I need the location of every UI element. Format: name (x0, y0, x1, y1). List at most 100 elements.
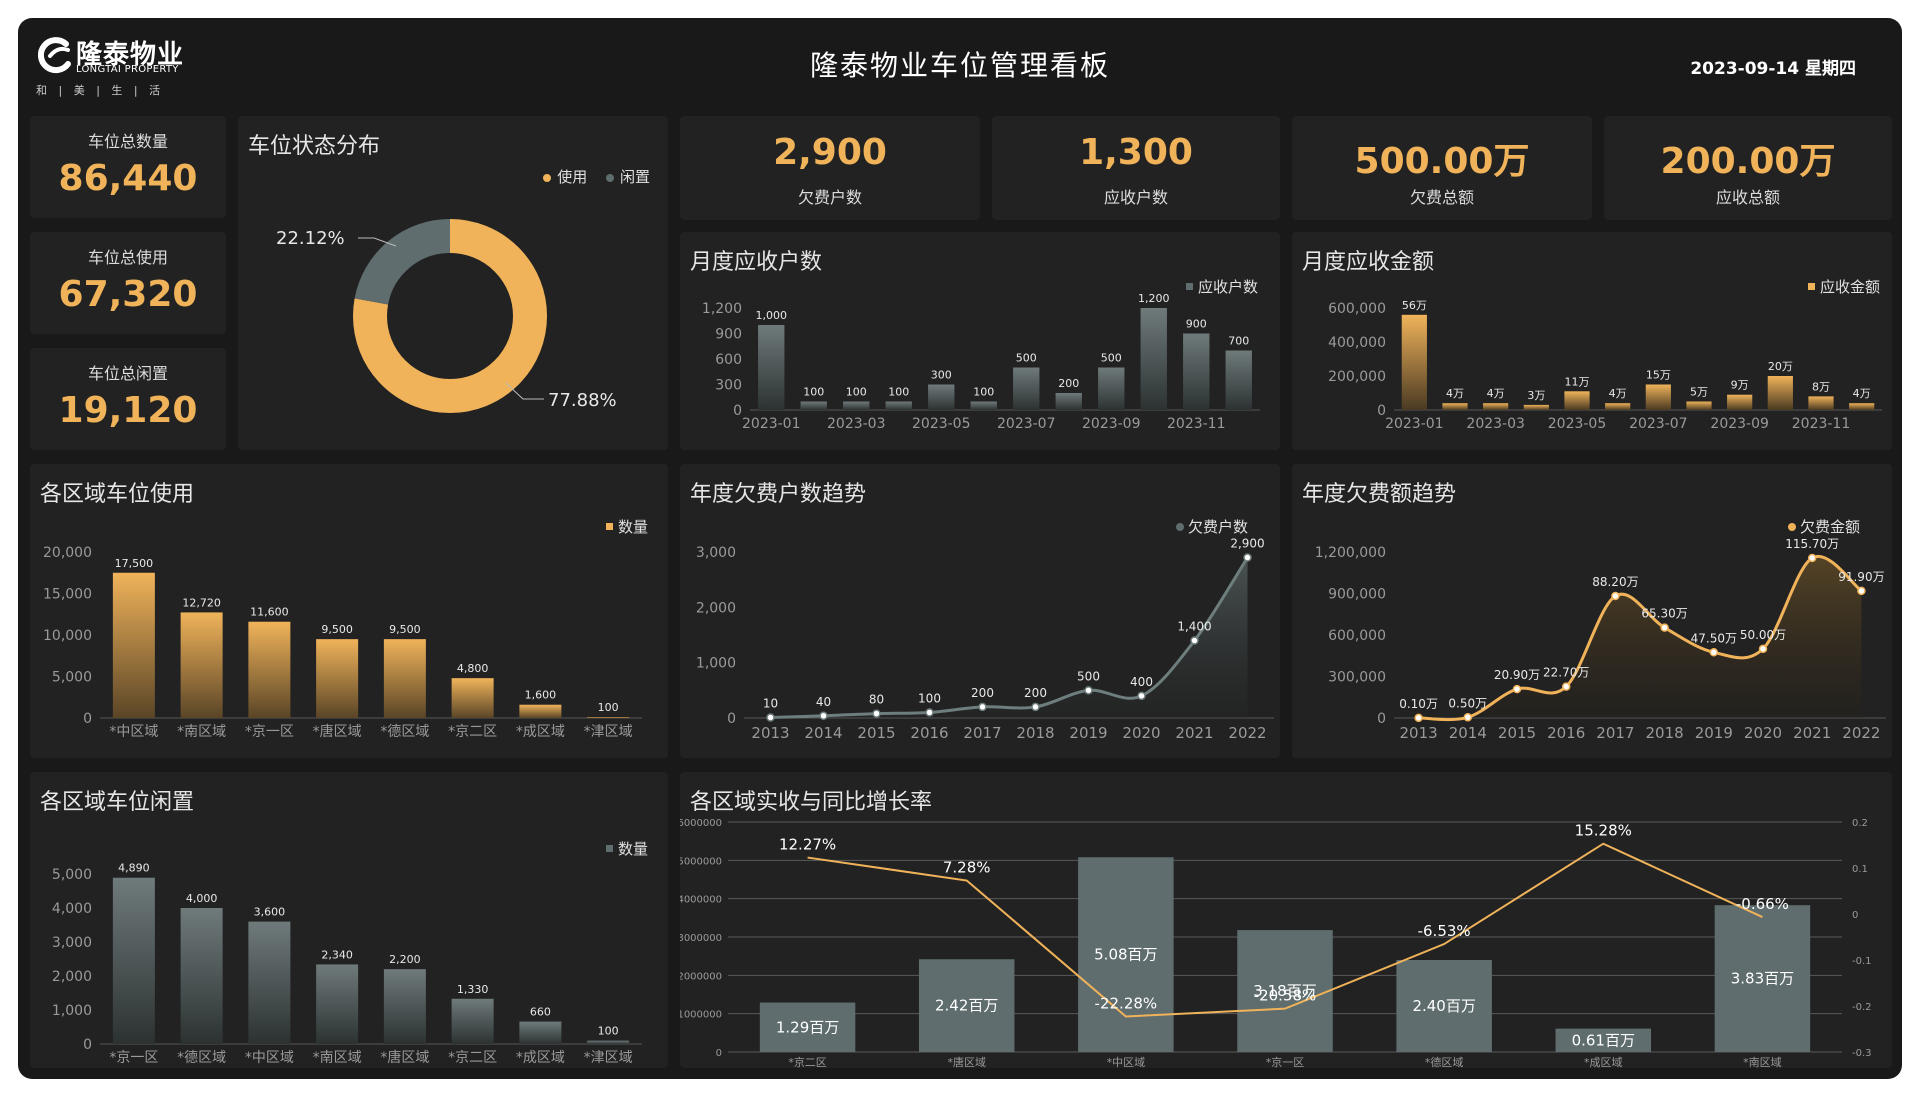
x-tick-label: *唐区域 (380, 1049, 429, 1066)
data-label: 91.90万 (1838, 570, 1884, 584)
bar (1098, 367, 1125, 410)
data-label: 100 (846, 386, 867, 399)
x-tick-label: *唐区域 (947, 1055, 986, 1068)
kpi-label: 应收户数 (1103, 188, 1168, 207)
stat-value: 67,320 (58, 274, 198, 315)
legend-label: 欠费户数 (1188, 518, 1248, 536)
y-tick-label: 600 (715, 352, 742, 368)
y-tick-label: 3000000 (680, 933, 722, 944)
x-tick-label: 2022 (1842, 724, 1880, 742)
bar (451, 678, 494, 718)
region-idle-panel: 各区域车位闲置 0 1,000 2,000 3,000 4,000 5,000 4,890 4… (30, 772, 668, 1068)
bar (383, 969, 426, 1044)
data-label: 4,800 (457, 662, 489, 675)
data-point (1857, 586, 1866, 596)
x-tick-label: 2014 (804, 724, 842, 742)
data-label: 40 (816, 695, 831, 709)
rate-label: -0.66% (1736, 895, 1789, 913)
data-label: 1,600 (525, 689, 557, 702)
x-tick-label: *德区域 (177, 1050, 226, 1066)
bar (383, 639, 426, 718)
data-point (1243, 553, 1252, 562)
bar (970, 401, 997, 410)
x-tick-label: *京二区 (788, 1055, 827, 1068)
data-label: 2.40百万 (1412, 997, 1475, 1015)
y-tick-label: 300 (715, 378, 742, 394)
data-label: 500 (1077, 669, 1100, 683)
bar (112, 572, 155, 718)
rate-label: -22.28% (1095, 994, 1158, 1012)
kpi-value: 1,300 (1079, 132, 1193, 173)
x-tick-label: *成区域 (516, 1050, 565, 1066)
region-usage-chart: 0 5,000 10,000 15,000 20,000 17,500 12,720 11,6… (43, 518, 648, 740)
rate-label: 7.28% (943, 859, 991, 877)
y-tick-label: 2,000 (52, 969, 92, 985)
data-label: 5万 (1690, 386, 1708, 399)
x-tick-label: *中区域 (109, 724, 158, 740)
data-label: 900 (1186, 318, 1207, 331)
x-tick-label: *唐区域 (313, 723, 362, 740)
data-label: 0.61百万 (1572, 1031, 1635, 1049)
y-tick-label: 3,000 (52, 935, 92, 951)
x-tick-label: *京一区 (245, 724, 294, 740)
x-tick-label: 2023-07 (997, 416, 1056, 432)
monthly-households-chart: 0 300 600 900 1,200 1,000 100 100 100 300 100 500 20… (702, 278, 1260, 432)
stat-value: 19,120 (58, 390, 198, 431)
data-label: 15万 (1646, 369, 1671, 382)
data-label: 9,500 (321, 623, 353, 636)
x-tick-label: 2015 (1498, 724, 1536, 742)
monthly-amount-panel: 月度应收金额 0 200,000 400,000 600,000 56万 4万 4万 3万 11… (1292, 232, 1892, 450)
x-tick-label: *津区域 (584, 1050, 633, 1066)
data-point (1084, 686, 1093, 695)
data-point (1137, 691, 1146, 701)
y2-tick-label: 0.1 (1852, 864, 1868, 875)
legend-label: 数量 (618, 840, 648, 858)
data-label: 3.83百万 (1731, 970, 1794, 988)
x-tick-label: *成区域 (516, 724, 565, 740)
data-label: 11,600 (250, 606, 289, 619)
legend-dot-icon (1176, 523, 1184, 531)
data-label: 2,900 (1230, 537, 1264, 551)
legend-label: 应收金额 (1820, 278, 1880, 296)
data-label: 200 (1058, 377, 1079, 390)
kpi-card-receivable-households: 1,300 应收户数 (992, 116, 1280, 220)
kpi-card-arrears-households: 2,900 欠费户数 (680, 116, 980, 220)
kpi-label: 欠费户数 (797, 188, 862, 207)
data-label: 500 (1101, 352, 1122, 365)
data-point (925, 708, 934, 717)
bar (316, 639, 359, 718)
data-point (1709, 648, 1719, 657)
x-tick-label: 2023-01 (1385, 416, 1444, 432)
data-label: 1,200 (1138, 292, 1170, 305)
legend-square-icon (1808, 283, 1815, 290)
monthly-households-panel: 月度应收户数 0 300 600 900 1,200 1,000 100 100 100 300 1… (680, 232, 1280, 450)
x-tick-label: 2021 (1793, 724, 1831, 742)
area-fill (770, 557, 1248, 718)
x-tick-label: *京二区 (448, 1050, 497, 1066)
data-point (819, 711, 828, 721)
stat-label: 车位总使用 (87, 248, 168, 267)
bar (1523, 404, 1549, 410)
bar (1225, 350, 1252, 410)
y-tick-label: 6000000 (680, 818, 722, 829)
data-point (1414, 713, 1423, 723)
data-point (1512, 684, 1522, 694)
y2-tick-label: -0.1 (1852, 956, 1872, 967)
region-collection-panel: 各区域实收与同比增长率 0 1000000 2000000 3000000 400000… (680, 772, 1892, 1068)
slice-label: 22.12% (276, 228, 345, 249)
status-distribution-panel: 车位状态分布 使用 闲置 77.88% 22.12% (238, 116, 668, 450)
kpi-card-receivable-total: 200.00万 应收总额 (1604, 116, 1892, 220)
x-tick-label: *中区域 (245, 1050, 294, 1066)
y2-tick-label: -0.3 (1852, 1048, 1872, 1059)
y-tick-label: 400,000 (1328, 335, 1386, 351)
stat-card-idle: 车位总闲置 19,120 (30, 348, 226, 450)
x-tick-label: 2020 (1122, 724, 1160, 742)
bar (1605, 403, 1631, 410)
data-label: 1,330 (457, 983, 489, 996)
legend-label: 应收户数 (1198, 278, 1258, 296)
bar (248, 621, 291, 718)
x-tick-label: *京一区 (109, 1050, 158, 1066)
data-label: 4万 (1446, 387, 1464, 400)
bar (758, 325, 785, 410)
data-label: 0.50万 (1448, 696, 1487, 710)
